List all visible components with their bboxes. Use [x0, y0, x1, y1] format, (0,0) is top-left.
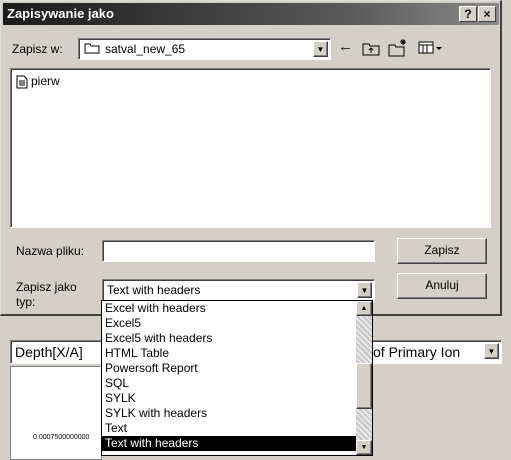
file-name: pierw [31, 74, 60, 88]
type-option-excel-with-headers[interactable]: Excel with headers [102, 301, 372, 316]
plot-area: 0.0007500000000 [10, 366, 102, 460]
current-folder: satval_new_65 [105, 42, 186, 56]
type-option-excel5[interactable]: Excel5 [102, 316, 372, 331]
save-in-combo[interactable]: satval_new_65 ▼ [78, 38, 331, 60]
help-button[interactable]: ? [459, 6, 477, 22]
type-option-html-table[interactable]: HTML Table [102, 346, 372, 361]
view-menu-icon[interactable] [418, 40, 444, 56]
primary-ion-select[interactable]: of Primary Ion ▼ [370, 340, 502, 364]
save-button[interactable]: Zapisz [397, 238, 487, 264]
type-option-text[interactable]: Text [102, 421, 372, 436]
type-option-sylk-with-headers[interactable]: SYLK with headers [102, 406, 372, 421]
dropdown-scrollbar[interactable]: ▲ ▼ [356, 301, 372, 455]
scroll-thumb[interactable] [356, 363, 372, 409]
chevron-down-icon[interactable]: ▼ [313, 41, 328, 57]
document-icon [16, 75, 28, 89]
save-as-dialog: Zapisywanie jako ? × Zapisz w: satval_ne… [0, 0, 502, 316]
file-type-combo[interactable]: Text with headers ▼ [102, 279, 375, 301]
filename-input[interactable] [102, 240, 375, 262]
type-option-sylk[interactable]: SYLK [102, 391, 372, 406]
close-button[interactable]: × [478, 6, 496, 22]
dialog-title: Zapisywanie jako [7, 6, 114, 21]
new-folder-icon[interactable] [388, 38, 408, 58]
chevron-down-icon[interactable]: ▼ [484, 343, 499, 359]
chevron-down-icon[interactable]: ▼ [357, 282, 372, 298]
cancel-button[interactable]: Anuluj [397, 273, 487, 299]
file-list[interactable]: pierw [10, 68, 491, 228]
depth-select-value: Depth[X/A] [15, 344, 83, 360]
type-option-excel5-with-headers[interactable]: Excel5 with headers [102, 331, 372, 346]
scroll-down-icon[interactable]: ▼ [356, 440, 372, 455]
filename-label: Nazwa pliku: [16, 244, 85, 258]
type-option-sql[interactable]: SQL [102, 376, 372, 391]
file-type-dropdown-list[interactable]: Excel with headers Excel5 Excel5 with he… [101, 300, 373, 456]
file-type-label-line2: typ: [16, 295, 36, 309]
title-bar[interactable]: Zapisywanie jako ? × [3, 3, 499, 25]
type-option-powersoft-report[interactable]: Powersoft Report [102, 361, 372, 376]
back-arrow-icon[interactable]: ← [338, 38, 356, 58]
save-in-label: Zapisz w: [12, 42, 63, 56]
folder-icon [84, 42, 100, 54]
file-type-label: Zapisz jako [16, 280, 77, 294]
axis-tick-label: 0.0007500000000 [33, 434, 90, 441]
primary-ion-select-value: of Primary Ion [373, 344, 461, 360]
type-option-text-with-headers[interactable]: Text with headers [102, 436, 372, 451]
scroll-up-icon[interactable]: ▲ [356, 301, 372, 316]
file-type-value: Text with headers [107, 283, 201, 297]
up-folder-icon[interactable] [362, 39, 380, 57]
